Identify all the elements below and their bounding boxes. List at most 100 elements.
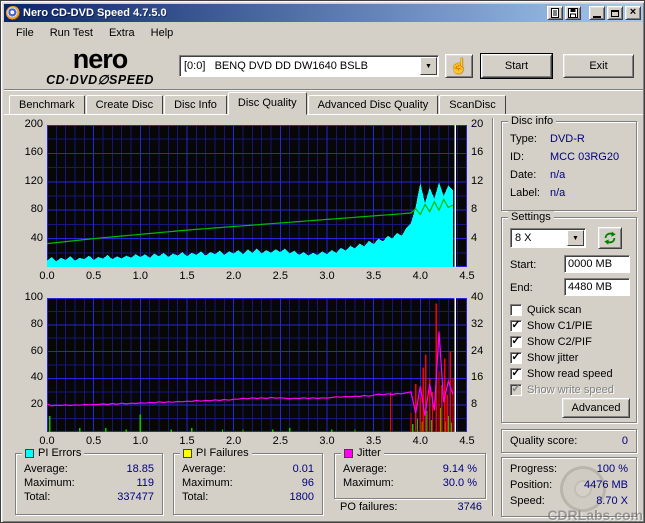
axis-tick: 2.5 [272, 435, 288, 447]
chevron-down-icon[interactable]: ▼ [420, 57, 437, 75]
title-bar[interactable]: Nero CD-DVD Speed 4.7.5.0 × [4, 4, 643, 22]
jitter-group: Jitter Average: 9.14 % Maximum: 30.0 % [334, 447, 486, 499]
tab-create-disc[interactable]: Create Disc [85, 95, 164, 115]
start-button[interactable]: Start [481, 54, 552, 78]
pi-errors-group: PI Errors Average: 18.85 Maximum: 119 Total:… [15, 447, 163, 515]
tab-scandisc[interactable]: ScanDisc [439, 95, 506, 115]
save-button[interactable] [565, 6, 581, 20]
disc-info-value: MCC 03RG20 [550, 151, 620, 163]
stat-label: Total: [24, 491, 51, 503]
tab-disc-info[interactable]: Disc Info [164, 95, 227, 115]
stat-value: 9.14 % [442, 463, 477, 475]
sidebar-divider [492, 118, 494, 516]
pi-errors-group-title: PI Errors [38, 447, 82, 459]
stat-value: 0.01 [292, 463, 314, 475]
axis-tick: 3.0 [319, 270, 335, 282]
axis-tick: 4.0 [412, 435, 428, 447]
end-label: End: [510, 282, 533, 294]
chevron-down-icon[interactable]: ▼ [567, 230, 584, 246]
axis-tick: 3.0 [319, 435, 335, 447]
scan-speed-select[interactable]: 8 X ▼ [510, 228, 586, 248]
progress-label: Speed: [510, 495, 545, 507]
axis-tick: 3.5 [366, 270, 382, 282]
stat-label: Average: [182, 463, 226, 475]
progress-value: 100 % [596, 463, 628, 475]
disc-info-label: ID: [510, 151, 525, 163]
eject-hand-button[interactable]: ☝ [445, 54, 473, 78]
axis-tick: 40 [30, 231, 43, 244]
tab-benchmark[interactable]: Benchmark [9, 95, 85, 115]
stat-value: 30.0 % [442, 477, 477, 489]
report-button[interactable] [547, 6, 563, 20]
stat-value: 337477 [117, 491, 154, 503]
menu-bar: File Run Test Extra Help [4, 23, 643, 42]
progress-label: Progress: [510, 463, 558, 475]
stat-value: 119 [136, 477, 154, 489]
exit-button[interactable]: Exit [563, 54, 634, 78]
progress-row: Position: 4476 MB [502, 477, 636, 493]
menu-run-test[interactable]: Run Test [42, 25, 101, 41]
axis-tick: 20 [30, 398, 43, 411]
close-icon: × [629, 6, 637, 18]
axis-tick: 1.5 [179, 270, 195, 282]
tab-advanced-disc-quality[interactable]: Advanced Disc Quality [307, 95, 439, 115]
stat-label: Average: [343, 463, 387, 475]
menu-extra[interactable]: Extra [101, 25, 143, 41]
disc-info-row: Label: n/a [502, 184, 636, 202]
disc-info-label: Date: [510, 169, 537, 181]
axis-tick: 200 [24, 118, 43, 130]
minimize-button[interactable] [589, 6, 605, 20]
disc-info-row: Date: n/a [502, 166, 636, 184]
disc-info-title: Disc info [508, 115, 557, 127]
checkbox-label: Show C2/PIF [527, 335, 592, 348]
disc-info-label: Type: [510, 133, 537, 145]
refresh-speeds-button[interactable] [598, 227, 622, 249]
checkbox-box[interactable]: ✓ [510, 319, 522, 332]
progress-value: 8.70 X [596, 495, 628, 507]
quality-score-value: 0 [621, 435, 628, 447]
disc-info-value: n/a [550, 187, 566, 199]
checkbox-show-c1-pie[interactable]: ✓ Show C1/PIE [510, 318, 634, 333]
checkbox-quick-scan[interactable]: Quick scan [510, 302, 634, 317]
pi-errors-chart: 200 160 120 80 40 20 16 12 8 4 0.0 0.5 1.0 1.5 2.0 2.5 3… [3, 118, 491, 287]
checkbox-box[interactable]: ✓ [510, 351, 522, 364]
menu-file[interactable]: File [8, 25, 42, 41]
jitter-color-swatch [344, 448, 353, 458]
maximize-button[interactable] [607, 6, 623, 20]
advanced-button[interactable]: Advanced [562, 398, 630, 418]
checkbox-box[interactable]: ✓ [510, 383, 522, 396]
axis-tick: 0.5 [86, 270, 102, 282]
start-position-input[interactable] [564, 255, 630, 273]
checkbox-box[interactable]: ✓ [510, 335, 522, 348]
close-button[interactable]: × [625, 6, 641, 20]
axis-tick: 4.5 [459, 435, 475, 447]
axis-tick: 80 [30, 203, 43, 216]
axis-tick: 2.5 [272, 270, 288, 282]
tab-disc-quality[interactable]: Disc Quality [227, 92, 307, 115]
window-title: Nero CD-DVD Speed 4.7.5.0 [23, 7, 167, 19]
scan-speed-value: 8 X [515, 232, 532, 244]
checkbox-show-c2-pif[interactable]: ✓ Show C2/PIF [510, 334, 634, 349]
axis-tick: 80 [30, 317, 43, 330]
axis-tick: 160 [24, 146, 43, 159]
stat-label: Maximum: [24, 477, 75, 489]
refresh-icon [604, 231, 616, 245]
logo-line2: CD·DVD∅SPEED [46, 73, 154, 87]
checkbox-show-jitter[interactable]: ✓ Show jitter [510, 350, 634, 365]
stat-row: Total: 337477 [16, 490, 162, 504]
checkbox-show-write-speed[interactable]: ✓ Show write speed [510, 382, 634, 397]
stat-row: Maximum: 119 [16, 476, 162, 490]
checkbox-show-read-speed[interactable]: ✓ Show read speed [510, 366, 634, 381]
disc-info-value: DVD-R [550, 133, 585, 145]
progress-label: Position: [510, 479, 553, 491]
end-position-input[interactable] [564, 278, 630, 296]
checkbox-box[interactable] [510, 303, 522, 316]
stat-label: Average: [24, 463, 68, 475]
axis-tick: 60 [30, 344, 43, 357]
quality-score-label: Quality score: [510, 435, 578, 447]
drive-selector[interactable]: [0:0] BENQ DVD DD DW1640 BSLB ▼ [179, 55, 439, 77]
menu-help[interactable]: Help [143, 25, 182, 41]
checkbox-box[interactable]: ✓ [510, 367, 522, 380]
stat-value: 96 [301, 477, 314, 489]
pi-failures-group-title: PI Failures [196, 447, 249, 459]
